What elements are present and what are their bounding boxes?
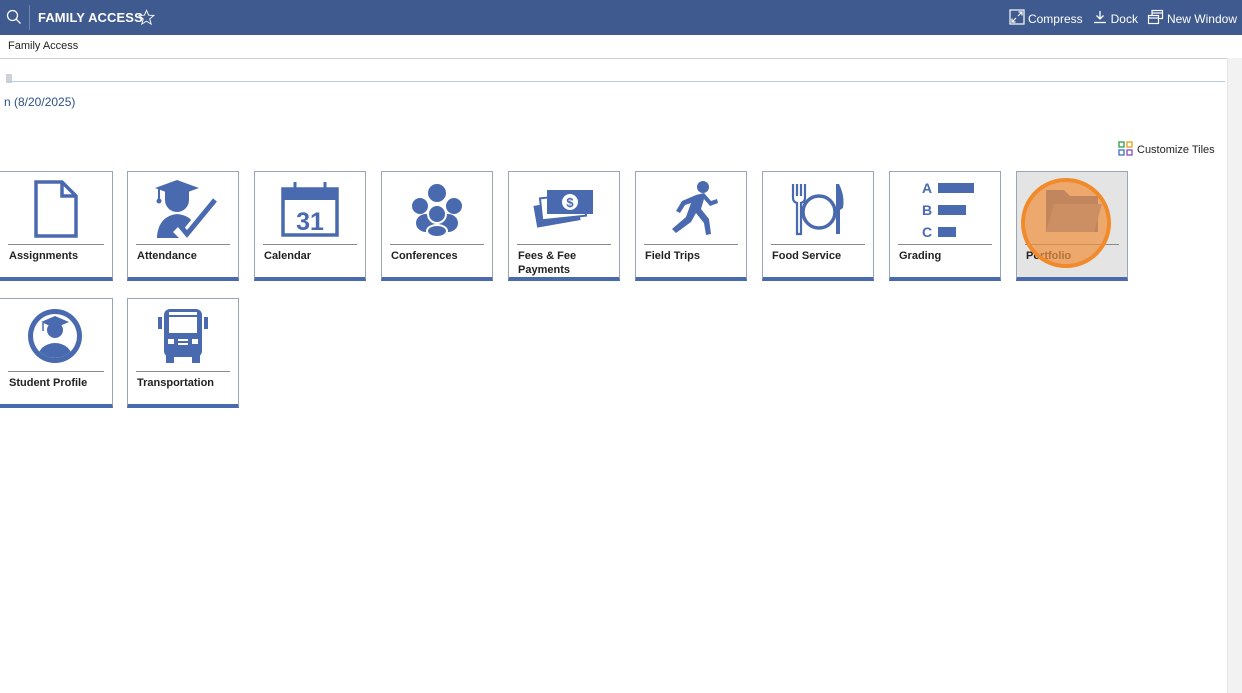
compress-icon — [1009, 9, 1025, 28]
document-icon — [0, 176, 110, 242]
tile-label: Transportation — [137, 377, 215, 389]
divider — [29, 5, 30, 30]
tile-divider — [644, 244, 738, 245]
dock-button[interactable]: Dock — [1092, 9, 1138, 28]
money-icon: $ — [509, 176, 619, 242]
window-actions: Compress Dock New Window — [1009, 9, 1237, 28]
people-group-icon — [382, 176, 492, 242]
grade-letter: B — [922, 202, 932, 218]
scrollbar[interactable] — [1227, 58, 1242, 693]
tile-label: Grading — [899, 250, 942, 262]
dock-icon — [1092, 9, 1108, 28]
tile-divider — [390, 244, 484, 245]
tile-label: Calendar — [264, 250, 312, 262]
tile-label: Conferences — [391, 250, 458, 262]
tile-divider — [898, 244, 992, 245]
bus-icon — [128, 303, 238, 369]
customize-tiles-button[interactable]: Customize Tiles — [1118, 141, 1215, 159]
runner-icon — [636, 176, 746, 242]
tile-field-trips[interactable]: Field Trips — [635, 171, 747, 281]
calendar-icon: 31 — [255, 176, 365, 242]
tile-divider — [771, 244, 865, 245]
tile-divider — [1025, 244, 1119, 245]
new-window-label: New Window — [1166, 11, 1237, 26]
new-window-button[interactable]: New Window — [1147, 9, 1237, 28]
grades-icon: ABC — [890, 176, 1000, 242]
calendar-day: 31 — [296, 208, 324, 236]
compress-label: Compress — [1027, 11, 1083, 26]
app-title: FAMILY ACCESS — [38, 10, 143, 25]
tile-divider — [136, 371, 230, 372]
tile-student-profile[interactable]: Student Profile — [0, 298, 113, 408]
folder-icon — [1017, 176, 1127, 242]
top-bar: FAMILY ACCESS Compress Dock New Window — [0, 0, 1242, 35]
tile-divider — [8, 244, 104, 245]
tile-label: Attendance — [137, 250, 197, 262]
tile-label: Portfolio — [1026, 250, 1072, 262]
search-icon[interactable] — [6, 9, 22, 30]
tile-divider — [8, 371, 104, 372]
tile-divider — [136, 244, 230, 245]
tile-fees[interactable]: $ Fees & Fee Payments — [508, 171, 620, 281]
breadcrumb: Family Access — [0, 35, 1242, 59]
tile-label: Student Profile — [9, 377, 88, 389]
tile-attendance[interactable]: Attendance — [127, 171, 239, 281]
tile-portfolio[interactable]: Portfolio — [1016, 171, 1128, 281]
student-check-icon — [128, 176, 238, 242]
tile-conferences[interactable]: Conferences — [381, 171, 493, 281]
new-window-icon — [1147, 9, 1164, 28]
grid-icon — [1118, 141, 1133, 159]
tile-grading[interactable]: ABC Grading — [889, 171, 1001, 281]
tile-label: Food Service — [772, 250, 842, 262]
tile-label: Assignments — [9, 250, 79, 262]
tile-label: Fees & Fee Payments — [518, 250, 577, 276]
grade-letter: C — [922, 224, 932, 240]
school-year-date: n (8/20/2025) — [4, 95, 76, 109]
star-outline-icon[interactable] — [137, 9, 156, 31]
tile-assignments[interactable]: Assignments — [0, 171, 113, 281]
svg-text:$: $ — [566, 195, 574, 210]
tile-label: Field Trips — [645, 250, 701, 262]
dock-label: Dock — [1110, 11, 1138, 26]
tile-transportation[interactable]: Transportation — [127, 298, 239, 408]
tile-calendar[interactable]: 31 Calendar — [254, 171, 366, 281]
student-profile-icon — [0, 303, 110, 369]
plate-utensils-icon — [763, 176, 873, 242]
tile-divider — [517, 244, 611, 245]
tile-food-service[interactable]: Food Service — [762, 171, 874, 281]
section-divider — [6, 81, 1225, 82]
breadcrumb-item[interactable]: Family Access — [8, 40, 78, 52]
grade-letter: A — [922, 180, 932, 196]
tile-divider — [263, 244, 357, 245]
customize-tiles-label: Customize Tiles — [1137, 144, 1215, 156]
compress-button[interactable]: Compress — [1009, 9, 1083, 28]
